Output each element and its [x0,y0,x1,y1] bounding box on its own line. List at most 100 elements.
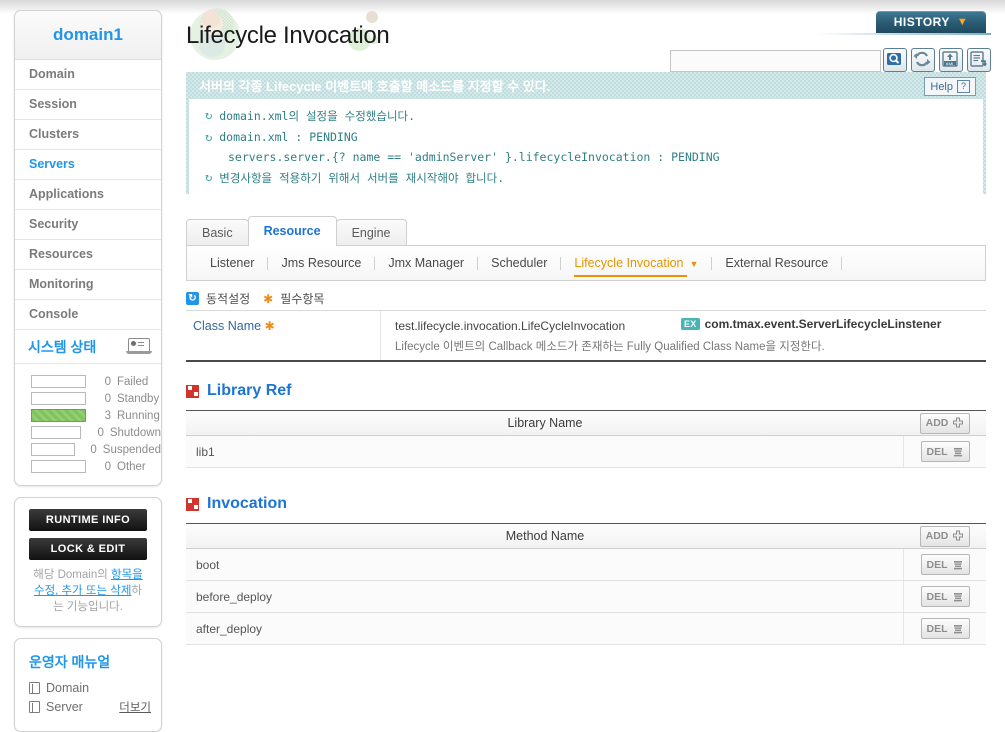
sidebar-item-console[interactable]: Console [15,300,161,330]
page-title: Lifecycle Invocation [186,22,390,49]
row-action-cell: DEL [903,613,986,644]
class-name-label: Class Name [193,319,262,333]
book-icon [29,701,40,713]
status-count: 0 [97,426,104,439]
manual-item-domain[interactable]: Domain [15,679,161,697]
row-name: after_deploy [196,621,263,636]
help-button[interactable]: Help ? [924,77,976,96]
sidebar-item-clusters[interactable]: Clusters [15,120,161,150]
row-action-cell: DEL [903,549,986,580]
tab-resource[interactable]: Resource [247,216,337,246]
status-bar [31,409,86,422]
delete-button[interactable]: DEL [920,618,970,639]
message-text: servers.server.{? name == 'adminServer' … [228,150,720,164]
class-name-label-cell: Class Name ✱ [186,311,381,360]
manual-item-label: Domain [46,681,90,695]
status-bar [31,460,86,473]
message-text: 변경사항을 적용하기 위해서 서버를 재시작해야 합니다. [219,171,505,185]
lock-desc-part1: 해당 Domain의 [33,569,111,581]
delete-button[interactable]: DEL [920,554,970,575]
delete-button[interactable]: DEL [920,441,970,462]
sidebar-item-servers[interactable]: Servers [15,150,161,180]
class-name-description: Lifecycle 이벤트의 Callback 메소드가 존재하는 Fully … [395,341,825,353]
status-count: 3 [104,409,111,422]
search-icon[interactable] [883,48,907,72]
invocation-section: Invocation Method Name ADD boot DEL before… [186,491,986,645]
table-row: lib1 DEL [186,436,986,468]
section-marker-icon [186,384,199,398]
message-heading: 서버의 각종 Lifecycle 이벤트에 호출할 메소드를 지정할 수 있다. [199,79,551,94]
sidebar-item-security[interactable]: Security [15,210,161,240]
row-name: boot [196,557,220,572]
delete-label: DEL [926,590,948,603]
message-line: ↻ domain.xml : PENDING [189,127,983,147]
sidebar-item-session[interactable]: Session [15,90,161,120]
xml-export-icon[interactable]: XML [939,48,963,72]
sidebar-item-resources[interactable]: Resources [15,240,161,270]
example-value: com.tmax.event.ServerLifecycleLinstener [704,317,942,331]
history-button[interactable]: HISTORY ▼ [876,11,986,33]
manual-item-server[interactable]: Server 더보기 [15,697,161,717]
message-text: domain.xml : PENDING [219,130,358,144]
report-export-icon[interactable] [967,48,991,72]
status-label: Shutdown [109,426,161,439]
message-line: ↻ domain.xml의 설정을 수정했습니다. [189,105,983,127]
sidebar-item-label: Domain [29,67,75,81]
more-link[interactable]: 더보기 [119,699,151,715]
example-badge: EX [681,318,700,330]
delete-label: DEL [926,622,948,635]
status-label: Standby [117,392,160,405]
subnav-item-jmx-manager[interactable]: Jmx Manager [375,256,477,270]
subnav-item-lifecycle-invocation[interactable]: Lifecycle Invocation ▼ [561,256,711,277]
message-line: servers.server.{? name == 'adminServer' … [189,147,983,167]
status-label: Other [117,460,146,473]
tab-basic[interactable]: Basic [186,219,249,246]
add-button[interactable]: ADD [919,412,971,434]
lock-edit-description: 해당 Domain의 항목을 수정, 추가 또는 삭제하는 기능입니다. [15,560,161,626]
trash-icon [953,624,962,633]
subnav-label: External Resource [725,256,829,270]
legend-required-label: 필수항목 [280,292,325,306]
status-bar [31,392,86,405]
subnav-item-listener[interactable]: Listener [197,256,267,270]
refresh-bullet-icon: ↻ [205,108,213,122]
question-mark-icon: ? [957,80,970,93]
history-label: HISTORY [893,15,950,29]
system-status-header: 시스템 상태 [15,330,161,364]
column-header-method-name: Method Name [505,529,585,543]
search-input[interactable] [670,50,881,72]
add-label: ADD [925,417,949,429]
delete-button[interactable]: DEL [920,586,970,607]
subnav-item-jms-resource[interactable]: Jms Resource [268,256,374,270]
subnav-label: Listener [210,256,255,270]
lock-edit-button[interactable]: LOCK & EDIT [29,538,147,560]
delete-label: DEL [926,445,948,458]
status-row-failed: 0 Failed [15,373,161,390]
sidebar-item-label: Session [29,97,77,111]
row-name: before_deploy [196,589,273,604]
subnav-item-scheduler[interactable]: Scheduler [478,256,560,270]
svg-text:XML: XML [945,61,955,66]
plus-icon [953,530,964,541]
message-box: 서버의 각종 Lifecycle 이벤트에 호출할 메소드를 지정할 수 있다.… [186,72,986,194]
sidebar-item-monitoring[interactable]: Monitoring [15,270,161,300]
section-marker-icon [186,497,199,511]
add-button[interactable]: ADD [919,525,971,547]
sidebar-item-domain[interactable]: Domain [15,60,161,90]
required-asterisk-icon: ✱ [263,291,274,306]
sub-navigation: Listener Jms Resource Jmx Manager Scheduler… [186,245,986,281]
tab-engine[interactable]: Engine [335,219,407,246]
library-ref-section: Library Ref Library Name ADD lib1 DEL [186,378,986,468]
invocation-add-cell: ADD [904,525,986,547]
trash-icon [953,447,962,456]
status-row-other: 0 Other [15,458,161,475]
subnav-item-external-resource[interactable]: External Resource [712,256,841,270]
status-count: 0 [104,375,111,388]
chevron-down-icon: ▼ [956,16,969,28]
status-count: 0 [90,443,97,456]
sidebar-item-applications[interactable]: Applications [15,180,161,210]
status-bar [31,375,86,388]
refresh-icon[interactable] [911,48,935,72]
manual-title: 운영자 매뉴얼 [29,654,111,670]
runtime-info-button[interactable]: RUNTIME INFO [29,509,147,531]
